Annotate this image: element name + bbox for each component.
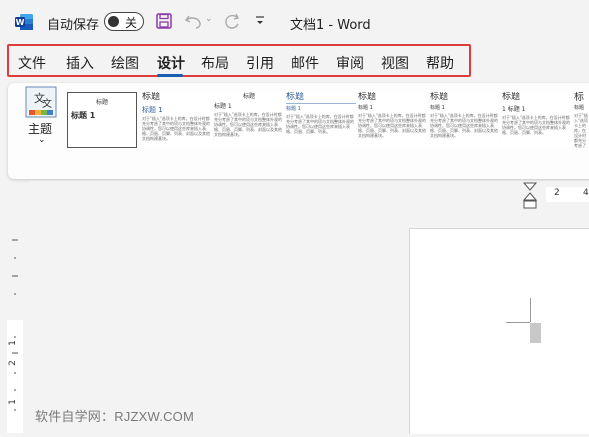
style-title: 标题	[142, 92, 161, 102]
active-tab-indicator	[157, 74, 183, 77]
tab-help[interactable]: 帮助	[426, 53, 454, 73]
style-title: 标题	[430, 92, 449, 102]
margin-corner-mark	[506, 322, 530, 323]
style-title: 标题	[502, 92, 521, 102]
themes-icon: 文 文	[25, 86, 57, 118]
style-title: 标题	[286, 92, 356, 104]
style-title: 标题	[358, 92, 377, 102]
watermark-text: 软件自学网：RJZXW.COM	[35, 409, 194, 424]
tab-insert[interactable]: 插入	[66, 53, 94, 73]
tab-draw[interactable]: 绘图	[111, 53, 139, 73]
style-set-thumbnail[interactable]: 标题 标题 1 对于"插入"选项卡上的库，在设计时都充分考虑了其中的项与文档整体…	[142, 92, 212, 148]
style-body-text: 对于"插入"选项卡上的库，在设计时都充分考虑了其中的项与文档整体外观的协调性。您…	[214, 112, 282, 137]
toggle-knob	[108, 16, 119, 27]
autosave-label: 自动保存	[47, 18, 100, 33]
title-bar: W 自动保存 关 ⌄ 文档1 - Word	[0, 0, 589, 44]
ruler-number: 4	[583, 188, 589, 198]
style-body-text: 对于"插入"选项卡上的库，在设计时都充分考虑了其中的项与文档整体外观的协调性。	[574, 113, 588, 148]
tab-mailings[interactable]: 邮件	[291, 53, 319, 73]
style-set-thumbnail[interactable]: 标题 标题 1	[67, 92, 137, 148]
undo-icon[interactable]	[184, 12, 204, 30]
save-icon[interactable]	[156, 13, 172, 29]
style-heading: 标题 1	[71, 111, 96, 120]
ruler-number: 2	[554, 188, 560, 198]
style-heading: 标题 1	[214, 103, 232, 110]
style-title: 标题	[95, 99, 108, 106]
tab-design[interactable]: 设计	[157, 53, 185, 73]
style-heading: 标题 1	[286, 106, 301, 112]
word-logo-icon: W	[15, 14, 33, 30]
undo-dropdown-icon[interactable]: ⌄	[205, 14, 213, 24]
tab-references[interactable]: 引用	[246, 53, 274, 73]
style-body-text: 对于"插入"选项卡上的库，在设计时都充分考虑了其中的项与文档整体外观的协调性。您…	[430, 113, 498, 138]
svg-text:文: 文	[42, 97, 52, 110]
style-heading: 标题	[574, 105, 585, 111]
style-title: 标题	[242, 93, 255, 100]
style-body-text: 对于"插入"选项卡上的库，在设计时都充分考虑了其中的项与文档整体外观的协调性。您…	[142, 116, 210, 141]
document-title: 文档1 - Word	[290, 18, 371, 33]
horizontal-ruler[interactable]	[30, 181, 589, 209]
style-body-text: 对于"插入"选项卡上的库，在设计时都充分考虑了其中的项与文档整体外观的协调性。您…	[286, 114, 354, 134]
text-cursor	[530, 323, 541, 343]
style-heading: 标题 1	[430, 105, 445, 111]
ruler-number: 2	[7, 360, 18, 366]
autosave-state: 关	[125, 16, 138, 30]
style-body-text: 对于"插入"选项卡上的库，在设计时都充分考虑了其中的项与文档整体外观的协调性。您…	[358, 113, 426, 138]
tab-review[interactable]: 审阅	[336, 53, 364, 73]
ruler-number: 1	[7, 399, 18, 405]
tab-view[interactable]: 视图	[381, 53, 409, 73]
style-title: 标	[574, 92, 584, 103]
tab-file[interactable]: 文件	[18, 53, 46, 73]
style-set-thumbnail[interactable]: 标题 标题 1 对于"插入"选项卡上的库，在设计时都充分考虑了其中的项与文档整体…	[214, 92, 284, 148]
ruler-number: 1	[7, 340, 18, 346]
document-page[interactable]	[409, 228, 589, 434]
margin-corner-mark	[530, 298, 531, 322]
style-heading: 1 标题 1	[502, 106, 526, 113]
style-set-thumbnail[interactable]: 标题 标题 1 对于"插入"选项卡上的库，在设计时都充分考虑了其中的项与文档整体…	[286, 92, 356, 148]
redo-icon[interactable]	[222, 12, 242, 30]
style-set-thumbnail[interactable]: 标题 标题 1 对于"插入"选项卡上的库，在设计时都充分考虑了其中的项与文档整体…	[430, 92, 500, 148]
style-heading: 标题 1	[142, 106, 163, 114]
style-body-text: 对于"插入"选项卡上的库，在设计时都充分考虑了其中的项与文档整体外观的协调性。您…	[502, 115, 570, 135]
style-set-thumbnail[interactable]: 标题 标题 1 对于"插入"选项卡上的库，在设计时都充分考虑了其中的项与文档整体…	[358, 92, 428, 148]
customize-quick-access-icon[interactable]	[254, 14, 266, 28]
svg-text:W: W	[16, 18, 25, 27]
indent-marker-icon[interactable]	[523, 182, 537, 210]
style-heading: 标题 1	[358, 105, 373, 111]
themes-dropdown-icon: ⌄	[38, 135, 46, 145]
style-set-thumbnail[interactable]: 标题 1 标题 1 对于"插入"选项卡上的库，在设计时都充分考虑了其中的项与文档…	[502, 92, 572, 148]
style-set-thumbnail[interactable]: 标 标题 对于"插入"选项卡上的库，在设计时都充分考虑了其中的项与文档整体外观的…	[574, 92, 589, 148]
autosave-toggle[interactable]: 关	[104, 12, 144, 31]
tab-layout[interactable]: 布局	[201, 53, 229, 73]
